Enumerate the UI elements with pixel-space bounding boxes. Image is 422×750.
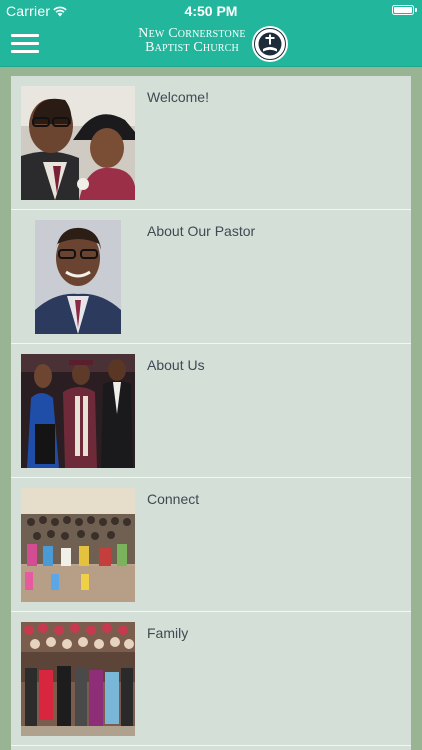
hamburger-menu-icon[interactable] — [11, 31, 39, 55]
list-item-about-us[interactable]: About Us — [11, 344, 411, 478]
pastor-portrait — [21, 220, 135, 334]
status-time: 4:50 PM — [184, 3, 238, 19]
church-seal-logo — [252, 26, 288, 62]
list-item-about-our-pastor[interactable]: About Our Pastor — [11, 210, 411, 344]
list-item-family[interactable]: Family — [11, 612, 411, 746]
list-item-label: Connect — [147, 491, 200, 507]
list-item-welcome[interactable]: Welcome! — [11, 76, 411, 210]
menu-list: Welcome! About Our Pastor About Us Conne… — [11, 76, 411, 750]
list-item-label: About Us — [147, 357, 205, 373]
list-item-label: About Our Pastor — [147, 223, 256, 239]
list-item-label: Welcome! — [147, 89, 209, 105]
status-bar: Carrier 4:50 PM — [0, 0, 422, 22]
list-item-connect[interactable]: Connect — [11, 478, 411, 612]
church-family-photo — [21, 622, 135, 736]
congregation-gathering-photo — [21, 488, 135, 602]
brand-line-1: New Cornerstone — [138, 26, 246, 41]
church-brand-title: New Cornerstone Baptist Church — [134, 27, 250, 55]
couple-photo — [21, 86, 135, 200]
list-item-label: Family — [147, 625, 189, 641]
battery-icon — [392, 5, 417, 15]
group-graduation-photo — [21, 354, 135, 468]
nav-bar: New Cornerstone Baptist Church — [0, 22, 422, 67]
brand-line-2: Baptist Church — [145, 40, 239, 55]
